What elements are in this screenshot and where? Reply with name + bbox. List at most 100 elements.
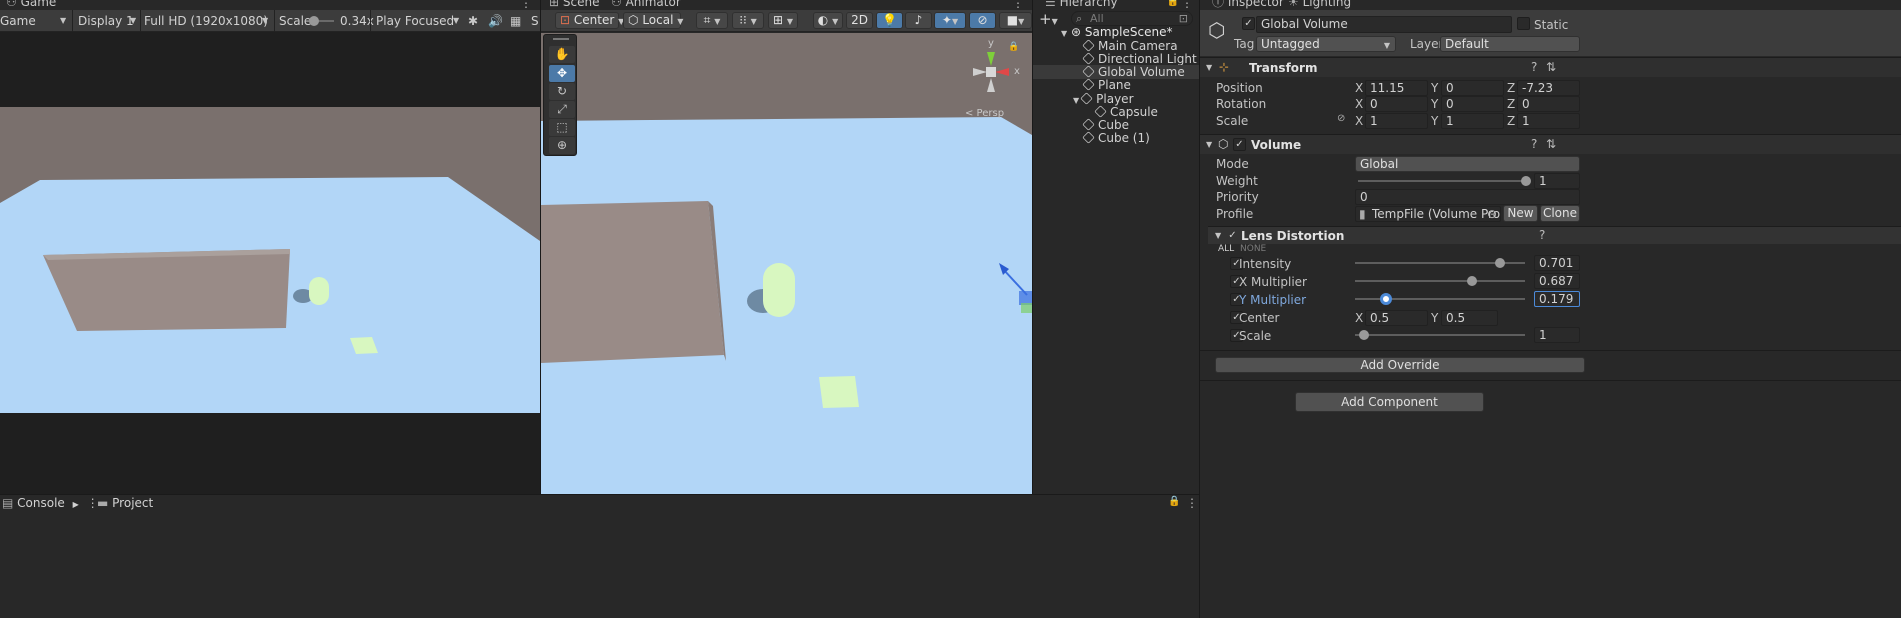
grid-visibility-button[interactable]: ⁝⁝ ▼ <box>732 12 764 29</box>
rect-tool-icon[interactable]: ⬚ <box>549 119 575 136</box>
rotation-y-field[interactable]: 0 <box>1441 96 1504 112</box>
position-z-field[interactable]: -7.23 <box>1517 80 1580 96</box>
game-type-dropdown[interactable]: Game ▼ <box>0 14 70 28</box>
space-dropdown[interactable]: ⬡ Local ▼ <box>623 12 683 29</box>
increment-snap-button[interactable]: ⊞ ▼ <box>768 12 798 29</box>
x-multiplier-field[interactable]: 0.687 <box>1534 273 1580 289</box>
static-checkbox[interactable] <box>1517 17 1530 30</box>
pivot-dropdown[interactable]: ⊡ Center ▼ <box>555 12 624 29</box>
x-multiplier-slider-track[interactable] <box>1355 280 1525 282</box>
lens-scale-slider-thumb[interactable] <box>1358 330 1369 340</box>
tab-lighting[interactable]: ☀ Lighting <box>1282 0 1357 10</box>
bottom-menu-icon[interactable]: ⋮ <box>1186 496 1198 510</box>
center-y-field[interactable]: 0.5 <box>1441 310 1498 326</box>
mode-dropdown[interactable]: Global <box>1355 156 1580 172</box>
scale-y-field[interactable]: 1 <box>1441 113 1504 129</box>
transform-tool-icon[interactable]: ⊕ <box>549 137 575 154</box>
y-multiplier-field[interactable]: 0.179 <box>1534 291 1580 307</box>
transform-header[interactable]: ▼ ⊹ Transform ? ⇅ <box>1200 57 1901 77</box>
layer-dropdown[interactable]: Default <box>1440 36 1580 52</box>
lens-scale-slider-track[interactable] <box>1355 334 1525 336</box>
grid-snap-button[interactable]: ⌗ ▼ <box>696 12 728 29</box>
tab-console[interactable]: ▤ Console ▶ ⋮ <box>2 496 99 510</box>
lock-icon[interactable]: 🔒 <box>1168 496 1180 507</box>
intensity-field[interactable]: 0.701 <box>1534 255 1580 271</box>
scale-tool-icon[interactable]: ⤢ <box>549 101 575 118</box>
resolution-dropdown[interactable]: Full HD (1920x1080) ▼ <box>144 14 274 28</box>
collapse-arrow-icon[interactable]: ▼ <box>1206 63 1212 72</box>
help-icon[interactable]: ? <box>1539 228 1545 242</box>
lens-distortion-enabled-checkbox[interactable]: ✓ <box>1226 230 1239 243</box>
lighting-toggle[interactable]: 💡 <box>876 12 903 29</box>
center-x-field[interactable]: 0.5 <box>1365 310 1428 326</box>
y-multiplier-slider-thumb[interactable] <box>1379 293 1392 305</box>
expand-arrow-icon[interactable]: ▼ <box>1073 96 1079 105</box>
clone-profile-button[interactable]: Clone <box>1540 205 1580 222</box>
scale-z-field[interactable]: 1 <box>1517 113 1580 129</box>
collapse-arrow-icon[interactable]: ▼ <box>1206 140 1212 149</box>
x-multiplier-slider-thumb[interactable] <box>1467 276 1478 286</box>
tab-game[interactable]: ⚇ Game <box>0 0 62 10</box>
camera-button[interactable]: ■▼ <box>999 12 1032 29</box>
weight-field[interactable]: 1 <box>1534 173 1580 189</box>
audio-icon[interactable]: 🔊 <box>488 14 503 28</box>
weight-slider-thumb[interactable] <box>1521 176 1531 186</box>
hierarchy-item-player[interactable]: ▼ Player <box>1073 92 1134 106</box>
all-overrides-button[interactable]: ALL <box>1218 244 1234 254</box>
tools-drag-handle[interactable] <box>553 38 569 40</box>
intensity-slider-thumb[interactable] <box>1494 258 1505 268</box>
position-x-field[interactable]: 11.15 <box>1365 80 1428 96</box>
presets-icon[interactable]: ⇅ <box>1546 137 1556 151</box>
scale-slider-thumb[interactable] <box>308 16 319 26</box>
create-object-button[interactable]: +▼ <box>1039 10 1058 28</box>
hierarchy-item-capsule[interactable]: Capsule <box>1094 105 1158 119</box>
profile-field[interactable]: ▮ TempFile (Volume Profile ⊙ <box>1355 206 1501 222</box>
constrain-proportions-icon[interactable]: ⊘ <box>1337 113 1345 124</box>
scene-tab-menu-icon[interactable]: ⋮ <box>1012 0 1024 10</box>
tab-hierarchy[interactable]: ☰ Hierarchy <box>1039 0 1124 10</box>
help-icon[interactable]: ? <box>1531 137 1537 151</box>
hand-tool-icon[interactable]: ✋ <box>549 46 575 63</box>
stats-icon[interactable]: ▦ <box>510 14 521 28</box>
add-override-button[interactable]: Add Override <box>1215 357 1585 373</box>
hierarchy-item-directional-light[interactable]: Directional Light <box>1082 52 1197 66</box>
draw-mode-button[interactable]: ◐ ▼ <box>813 12 843 29</box>
rotation-z-field[interactable]: 0 <box>1517 96 1580 112</box>
hierarchy-search-input[interactable]: ⌕ All ⊡ <box>1071 11 1193 26</box>
tab-inspector[interactable]: ⓘ Inspector <box>1206 0 1290 10</box>
add-component-button[interactable]: Add Component <box>1295 392 1484 412</box>
move-tool-icon[interactable]: ✥ <box>549 65 575 82</box>
collapse-arrow-icon[interactable]: ▼ <box>1215 231 1221 240</box>
play-mode-dropdown[interactable]: Play Focused ▼ <box>376 14 462 28</box>
hierarchy-item-global-volume[interactable]: Global Volume <box>1082 65 1185 79</box>
position-y-field[interactable]: 0 <box>1441 80 1504 96</box>
lens-distortion-header[interactable]: ▼ ✓ Lens Distortion ? <box>1208 226 1901 244</box>
help-icon[interactable]: ? <box>1531 60 1537 74</box>
hierarchy-item-cube[interactable]: Cube <box>1082 118 1129 132</box>
none-overrides-button[interactable]: NONE <box>1240 244 1266 254</box>
new-profile-button[interactable]: New <box>1503 205 1538 222</box>
search-filter-icon[interactable]: ⊡ <box>1179 12 1188 25</box>
lock-icon[interactable]: 🔒 <box>1008 42 1019 52</box>
object-name-field[interactable]: Global Volume <box>1256 16 1512 33</box>
scene-root-item[interactable]: ▼ ⊛ SampleScene* <box>1061 25 1172 39</box>
expand-arrow-icon[interactable]: ▼ <box>1061 29 1067 38</box>
effects-toggle[interactable]: ✦▼ <box>934 12 966 29</box>
projection-label[interactable]: < Persp <box>965 108 1004 119</box>
object-picker-icon[interactable]: ⊙ <box>1487 207 1497 221</box>
active-checkbox[interactable]: ✓ <box>1242 17 1255 30</box>
tab-scene[interactable]: ⊞ Scene <box>543 0 605 10</box>
volume-enabled-checkbox[interactable]: ✓ <box>1233 138 1246 151</box>
hierarchy-menu-icon[interactable]: ⋮ <box>1181 0 1193 10</box>
tab-project[interactable]: ▬ Project <box>97 496 153 510</box>
tab-animator[interactable]: ⚇ Animator <box>605 0 687 10</box>
lens-scale-field[interactable]: 1 <box>1534 327 1580 343</box>
scale-x-field[interactable]: 1 <box>1365 113 1428 129</box>
hierarchy-item-plane[interactable]: Plane <box>1082 78 1131 92</box>
presets-icon[interactable]: ⇅ <box>1546 60 1556 74</box>
hierarchy-item-main-camera[interactable]: Main Camera <box>1082 39 1178 53</box>
volume-header[interactable]: ▼ ⬡ ✓ Volume ? ⇅ <box>1200 134 1901 154</box>
tag-dropdown[interactable]: Untagged ▼ <box>1256 36 1396 52</box>
2d-toggle[interactable]: 2D <box>846 12 873 29</box>
game-tab-menu-icon[interactable]: ⋮ <box>520 0 532 10</box>
